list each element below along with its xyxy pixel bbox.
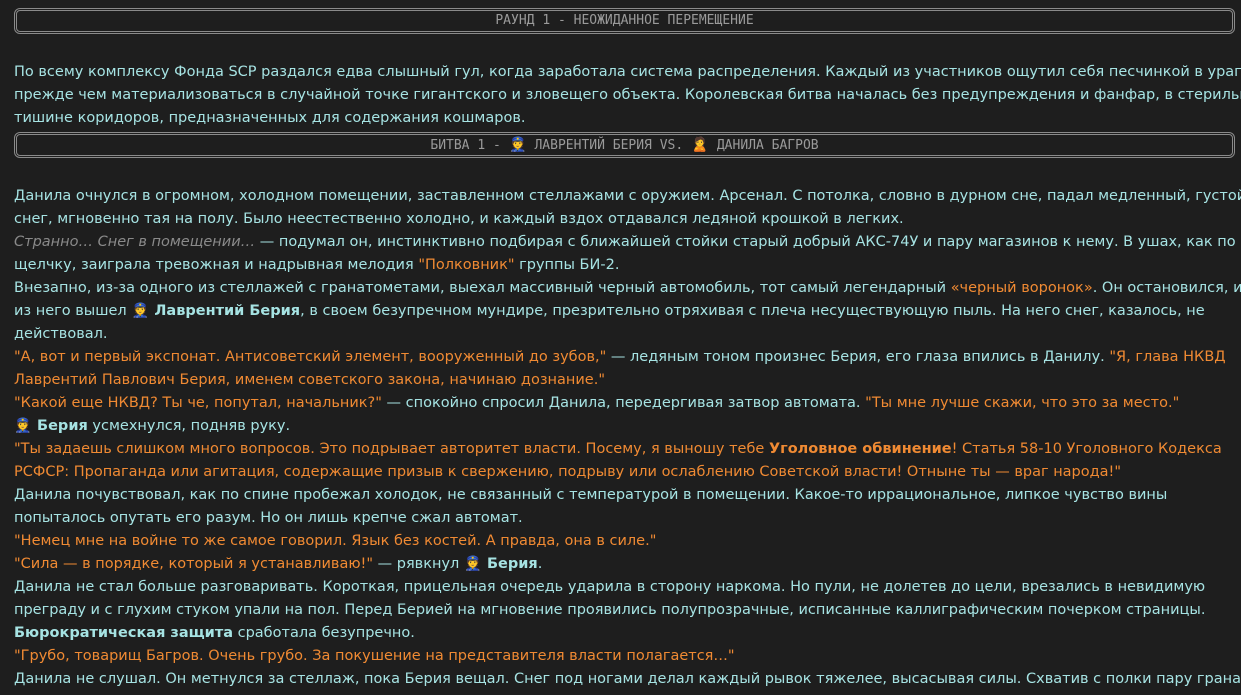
thought-text: Странно… Снег в помещении…	[14, 234, 256, 250]
story-text: — подумал он, инстинктивно подбирая с бл…	[255, 234, 1236, 250]
quote-text: "Я, глава НКВД	[1109, 349, 1226, 365]
character-name: Лаврентий Берия	[149, 303, 301, 319]
story-line: попыталось опутать его разум. Но он лишь…	[14, 510, 523, 526]
story-text: , в своем безупречном мундире, презрител…	[300, 303, 1205, 319]
story-line: Лаврентий Павлович Берия, именем советск…	[14, 372, 606, 388]
story-line: "Немец мне на войне то же самое говорил.…	[14, 533, 657, 549]
story-line: "Грубо, товарищ Багров. Очень грубо. За …	[14, 648, 735, 664]
battle-banner: БИТВА 1 - 👮 ЛАВРЕНТИЙ БЕРИЯ VS. 🙎 ДАНИЛА…	[14, 132, 1235, 158]
story-text: щелчку, заиграла тревожная и надрывная м…	[14, 257, 419, 273]
policeman-icon: 👮	[508, 137, 527, 153]
story-text: Внезапно, из-за одного из стеллажей с гр…	[14, 280, 951, 296]
quote-text: «черный воронок»	[950, 280, 1093, 296]
character-name: Берия	[32, 418, 88, 434]
quote-text: ! Статья 58-10 Уголовного Кодекса	[951, 441, 1222, 457]
policeman-icon: 👮	[131, 303, 150, 319]
intro-line: тишине коридоров, предназначенных для со…	[14, 110, 526, 126]
story-line: преграду и с глухим стуком упали на пол.…	[14, 602, 1206, 618]
quote-text: "Какой еще НКВД? Ты че, попутал, начальн…	[14, 395, 382, 411]
story-line: щелчку, заиграла тревожная и надрывная м…	[14, 254, 1236, 277]
story-text: сработала безупречно.	[233, 625, 415, 641]
story-line: действовал.	[14, 326, 108, 342]
story-text: — спокойно спросил Данила, передергивая …	[381, 395, 866, 411]
story-text: . Он остановился, и	[1092, 280, 1241, 296]
intro-line: прежде чем материализоваться в случайной…	[14, 87, 1241, 103]
round-banner-text: РАУНД 1 - НЕОЖИДАННОЕ ПЕРЕМЕЩЕНИЕ	[495, 13, 754, 28]
story-line: Данила почувствовал, как по спине пробеж…	[14, 487, 1168, 503]
story-body: Данила очнулся в огромном, холодном поме…	[14, 185, 1241, 691]
quote-text: "Сила — в порядке, который я устанавлива…	[14, 556, 374, 572]
story-text: группы БИ-2.	[514, 257, 620, 273]
story-text: — рявкнул	[373, 556, 464, 572]
story-text: усмехнулся, подняв руку.	[87, 418, 291, 434]
story-line: Внезапно, из-за одного из стеллажей с гр…	[14, 277, 1241, 300]
story-text: из него вышел	[14, 303, 132, 319]
intro-line: По всему комплексу Фонда SCP раздался ед…	[14, 64, 1241, 80]
story-line: "Какой еще НКВД? Ты че, попутал, начальн…	[14, 392, 1236, 415]
story-line: Странно… Снег в помещении… — подумал он,…	[14, 231, 1236, 254]
battle-banner-prefix: БИТВА 1 -	[430, 138, 509, 153]
story-text: .	[537, 556, 543, 572]
story-text: — ледяным тоном произнес Берия, его глаз…	[606, 349, 1110, 365]
story-line: Бюрократическая защита сработала безупре…	[14, 622, 1236, 645]
story-line: РСФСР: Пропаганда или агитация, содержащ…	[14, 464, 1122, 480]
quote-text: "Ты мне лучше скажи, что это за место."	[865, 395, 1180, 411]
battle-banner-fighter1: ЛАВРЕНТИЙ БЕРИЯ VS.	[526, 138, 692, 153]
story-line: снег, мгновенно тая на полу. Было неесте…	[14, 211, 904, 227]
policeman-icon: 👮	[14, 418, 32, 434]
story-line: Данила не стал больше разговаривать. Кор…	[14, 579, 1206, 595]
story-line: "Сила — в порядке, который я устанавлива…	[14, 553, 1236, 576]
person-icon: 🙎	[691, 137, 709, 153]
story-line: 👮 Берия усмехнулся, подняв руку.	[14, 415, 1236, 438]
ability-name: Бюрократическая защита	[14, 625, 234, 641]
story-line: из него вышел 👮 Лаврентий Берия, в своем…	[14, 300, 1236, 323]
character-name: Берия	[481, 556, 538, 572]
intro-paragraph: По всему комплексу Фонда SCP раздался ед…	[14, 61, 1241, 130]
policeman-icon: 👮	[464, 556, 482, 572]
round-banner: РАУНД 1 - НЕОЖИДАННОЕ ПЕРЕМЕЩЕНИЕ	[14, 8, 1235, 34]
story-line: Данила очнулся в огромном, холодном поме…	[14, 188, 1241, 204]
story-line: Данила не слушал. Он метнулся за стеллаж…	[14, 671, 1241, 687]
quote-text: "Полковник"	[418, 257, 515, 273]
story-line: "Ты задаешь слишком много вопросов. Это …	[14, 438, 1236, 461]
story-line: "А, вот и первый экспонат. Антисоветский…	[14, 346, 1236, 369]
quote-text: "А, вот и первый экспонат. Антисоветский…	[14, 349, 607, 365]
ability-name: Уголовное обвинение	[768, 441, 952, 457]
quote-text: "Ты задаешь слишком много вопросов. Это …	[14, 441, 769, 457]
battle-banner-fighter2: ДАНИЛА БАГРОВ	[709, 138, 819, 153]
